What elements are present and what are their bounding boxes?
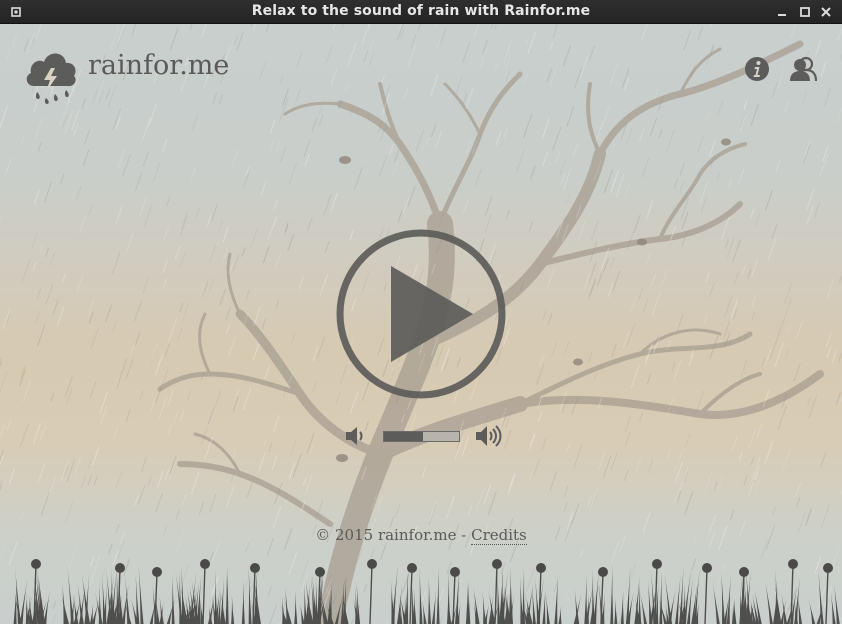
window-minimize-button[interactable] (774, 4, 790, 20)
window-titlebar: Relax to the sound of rain with Rainfor.… (0, 0, 842, 24)
volume-slider[interactable] (383, 431, 460, 442)
volume-up-icon[interactable] (474, 424, 502, 448)
play-button[interactable] (335, 228, 507, 400)
window-close-button[interactable] (818, 4, 834, 20)
rain-scene: rainfor.me © 2015 rainfor.me - Credits (0, 24, 842, 624)
play-icon (336, 229, 506, 399)
credits-link[interactable]: Credits (471, 526, 527, 545)
window-maximize-button[interactable] (797, 4, 813, 20)
volume-down-icon[interactable] (344, 425, 368, 447)
rain-cloud-icon (26, 53, 76, 104)
window-title: Relax to the sound of rain with Rainfor.… (251, 3, 591, 19)
volume-slider-fill (384, 432, 423, 441)
logo-text: rainfor.me (88, 50, 230, 81)
copyright-text: © 2015 rainfor.me - (315, 526, 467, 544)
users-icon[interactable] (789, 56, 818, 82)
info-icon[interactable] (744, 56, 770, 82)
grass-illustration (13, 559, 840, 624)
volume-control (344, 424, 504, 448)
footer: © 2015 rainfor.me - Credits (0, 526, 842, 545)
